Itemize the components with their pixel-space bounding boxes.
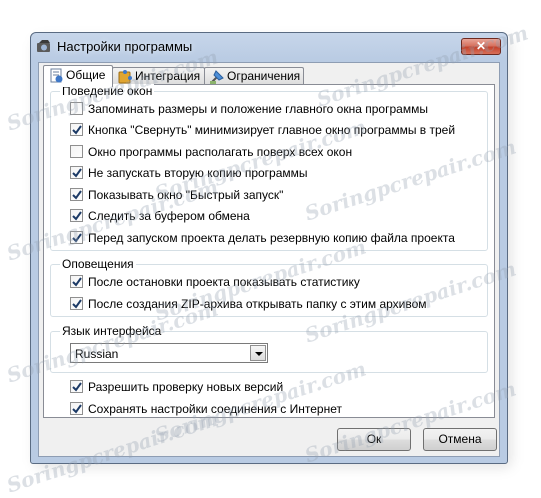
checkbox-box[interactable]	[70, 380, 83, 393]
language-select[interactable]: Russian	[70, 343, 268, 363]
checkbox-box[interactable]	[70, 402, 83, 415]
app-icon	[37, 40, 50, 52]
title-bar[interactable]: Настройки программы ✕	[31, 33, 507, 61]
checkbox-box[interactable]	[70, 188, 83, 201]
check-mark-icon	[72, 211, 82, 221]
close-icon: ✕	[475, 39, 487, 53]
tab-restrictions[interactable]: Ограничения	[204, 67, 304, 85]
check-mark-icon	[72, 382, 82, 392]
checkbox-box[interactable]	[70, 231, 83, 244]
tab-integration-label: Интеграция	[135, 69, 201, 83]
puzzle-icon	[118, 70, 132, 84]
settings-page-icon	[50, 68, 63, 83]
language-select-value: Russian	[75, 347, 119, 361]
checkbox-box[interactable]	[70, 275, 83, 288]
group-interface-language-label: Язык интерфейса	[60, 324, 164, 338]
dialog-client-area: Общие Интеграция Ограничения Поведение о…	[38, 62, 500, 457]
check-mark-icon	[72, 277, 82, 287]
check-mark-icon	[72, 404, 82, 414]
restrictions-icon	[210, 70, 224, 84]
close-button[interactable]: ✕	[461, 38, 501, 55]
check-mark-icon	[72, 233, 82, 243]
checkbox-box[interactable]	[70, 102, 83, 115]
chevron-down-icon[interactable]	[250, 345, 266, 361]
check-mark-icon	[72, 168, 82, 178]
settings-dialog: Настройки программы ✕ Общие Интеграция О…	[30, 32, 508, 464]
check-mark-icon	[72, 299, 82, 309]
tab-integration[interactable]: Интеграция	[112, 67, 205, 85]
checkbox-box[interactable]	[70, 123, 83, 136]
checkbox-box[interactable]	[70, 297, 83, 310]
ok-button[interactable]: Ок	[337, 428, 411, 451]
group-notifications-label: Оповещения	[60, 257, 136, 271]
window-title: Настройки программы	[57, 39, 193, 54]
checkbox-box[interactable]	[70, 209, 83, 222]
cancel-button[interactable]: Отмена	[423, 428, 497, 451]
check-mark-icon	[72, 190, 82, 200]
tab-general[interactable]: Общие	[43, 65, 113, 87]
tab-general-label: Общие	[66, 68, 106, 82]
checkbox-box[interactable]	[70, 145, 83, 158]
tab-panel-general: Поведение окон Запоминать размеры и поло…	[43, 84, 495, 418]
checkbox-box[interactable]	[70, 166, 83, 179]
tab-restrictions-label: Ограничения	[227, 69, 301, 83]
check-mark-icon	[72, 125, 82, 135]
